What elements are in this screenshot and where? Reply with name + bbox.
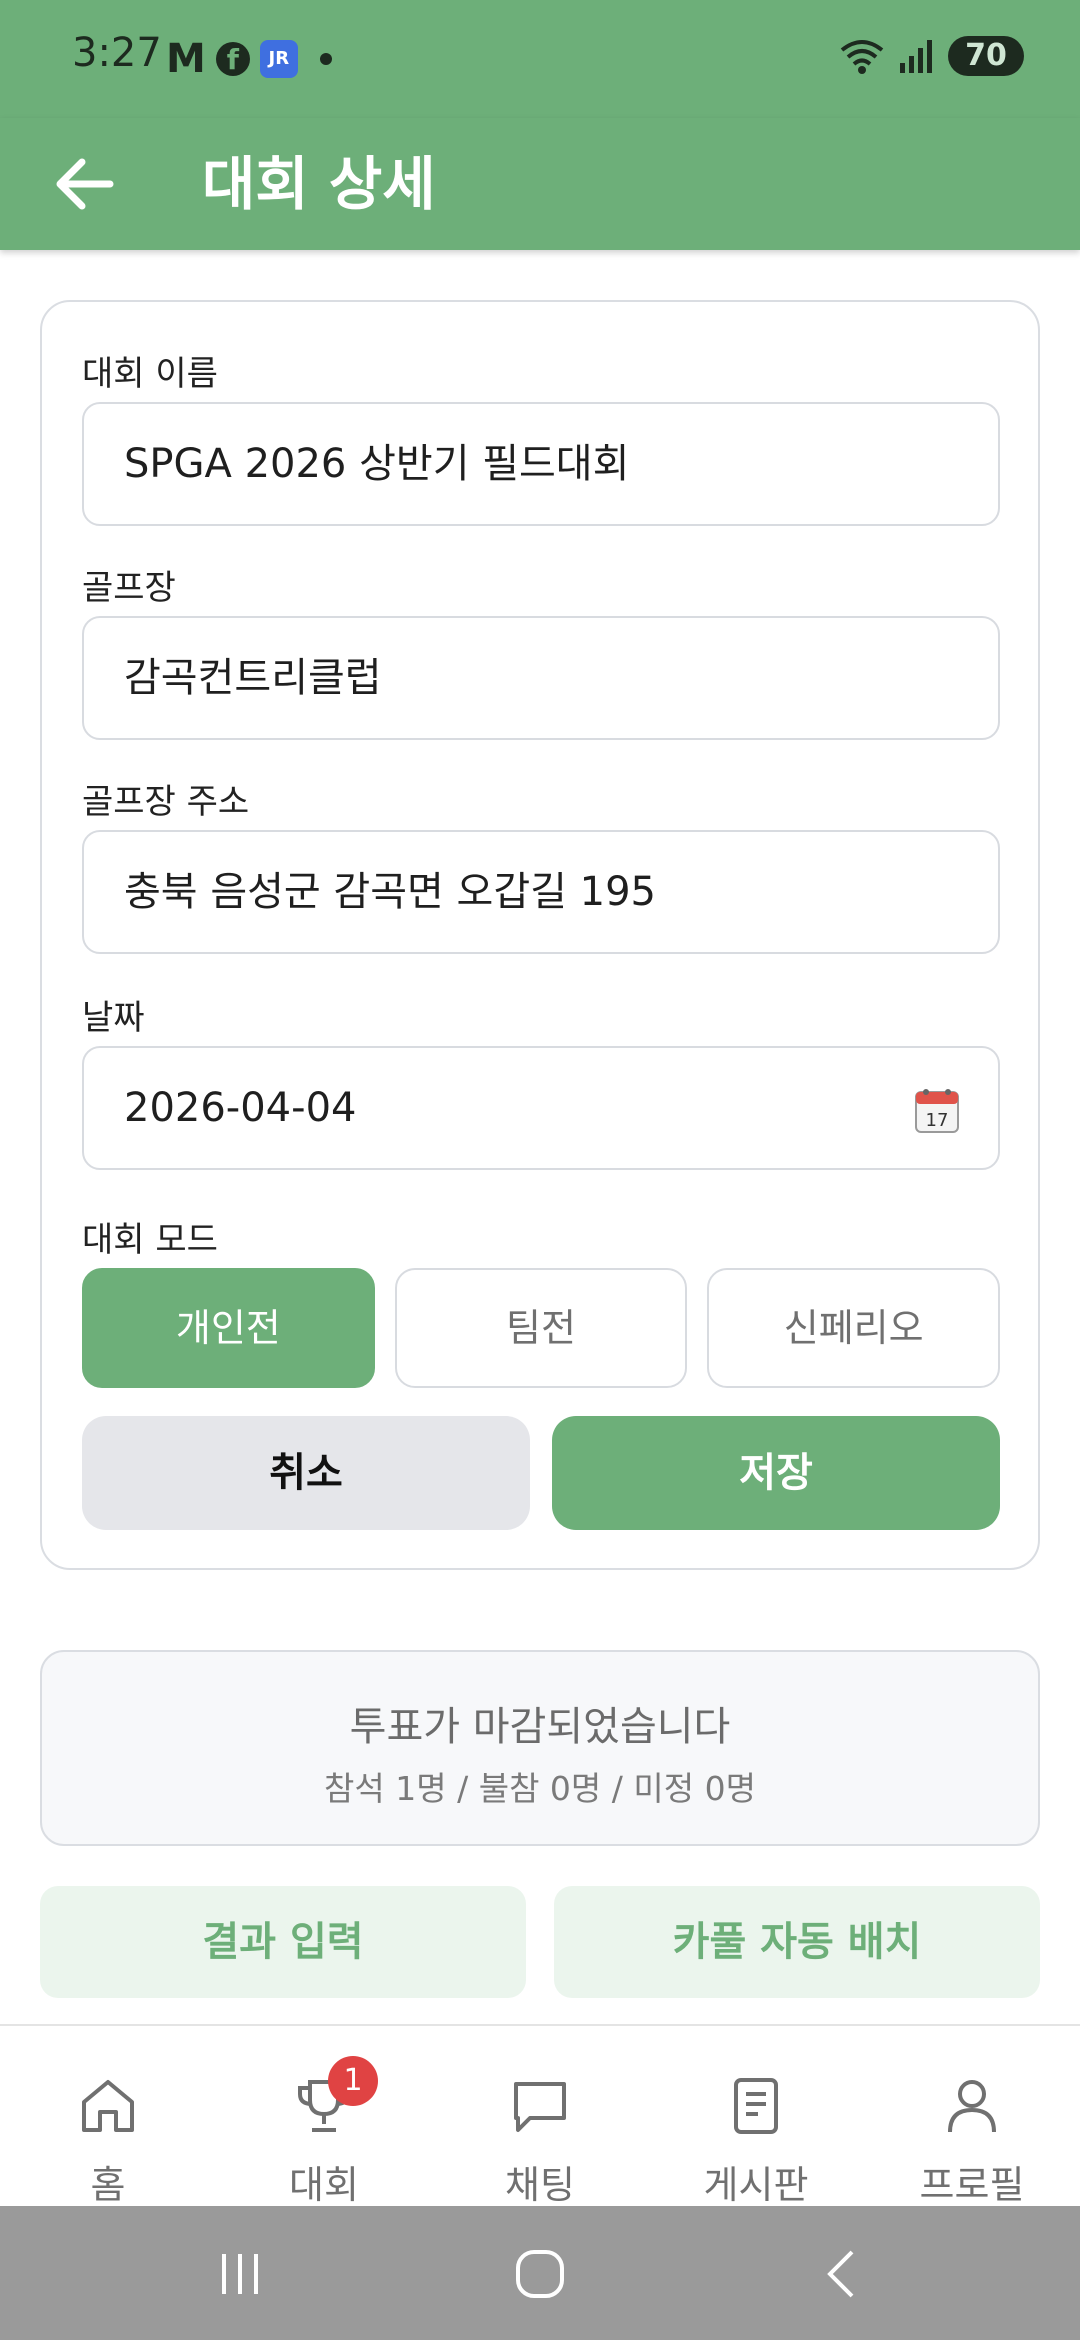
back-nav-icon[interactable] bbox=[812, 2244, 872, 2304]
battery-icon: 70 bbox=[948, 36, 1024, 76]
wifi-icon bbox=[840, 40, 884, 74]
mode-individual-button[interactable]: 개인전 bbox=[82, 1268, 375, 1388]
nav-label-home: 홈 bbox=[90, 2163, 126, 2207]
signal-icon bbox=[900, 40, 932, 73]
arrow-left-icon bbox=[56, 158, 114, 210]
name-label: 대회 이름 bbox=[82, 354, 218, 394]
vote-status-panel: 투표가 마감되었습니다 참석 1명 / 불참 0명 / 미정 0명 bbox=[40, 1650, 1040, 1846]
nav-label-chat: 채팅 bbox=[505, 2163, 575, 2207]
carpool-auto-assign-button[interactable]: 카풀 자동 배치 bbox=[554, 1886, 1040, 1998]
vote-counts: 참석 1명 / 불참 0명 / 미정 0명 bbox=[324, 1769, 756, 1808]
cancel-button[interactable]: 취소 bbox=[82, 1416, 530, 1530]
board-icon bbox=[734, 2078, 778, 2134]
nav-label-board: 게시판 bbox=[703, 2163, 809, 2207]
nav-item-profile[interactable]: 프로필 bbox=[864, 2026, 1080, 2207]
address-label: 골프장 주소 bbox=[82, 782, 250, 822]
status-bar: 3:27 M f JR 70 bbox=[0, 0, 1080, 118]
calendar-icon[interactable]: 17 bbox=[914, 1088, 960, 1134]
secondary-actions: 결과 입력 카풀 자동 배치 bbox=[40, 1886, 1040, 1998]
calendar-day: 17 bbox=[926, 1110, 949, 1131]
more-notifications-dot bbox=[319, 53, 332, 65]
app-bar: 대회 상세 bbox=[0, 118, 1080, 250]
date-value: 2026-04-04 bbox=[124, 1085, 357, 1131]
address-field[interactable]: 충북 음성군 감곡면 오갑길 195 bbox=[82, 830, 1000, 954]
home-nav-icon[interactable] bbox=[510, 2244, 570, 2304]
nav-item-tournament[interactable]: 1 대회 bbox=[216, 2026, 432, 2207]
profile-icon bbox=[948, 2080, 996, 2133]
vote-status-title: 투표가 마감되었습니다 bbox=[349, 1704, 731, 1750]
enter-results-button[interactable]: 결과 입력 bbox=[40, 1886, 526, 1998]
notification-icons: M f JR bbox=[166, 36, 332, 82]
nav-label-profile: 프로필 bbox=[919, 2163, 1025, 2207]
name-field[interactable]: SPGA 2026 상반기 필드대회 bbox=[82, 402, 1000, 526]
date-field[interactable]: 2026-04-04 17 bbox=[82, 1046, 1000, 1170]
nav-label-tournament: 대회 bbox=[289, 2163, 359, 2207]
system-navigation-bar bbox=[0, 2206, 1080, 2340]
tournament-form-card: 대회 이름 SPGA 2026 상반기 필드대회 골프장 감곡컨트리클럽 골프장… bbox=[40, 300, 1040, 1570]
save-button[interactable]: 저장 bbox=[552, 1416, 1000, 1530]
home-icon bbox=[82, 2080, 134, 2132]
mode-new-peoria-button[interactable]: 신페리오 bbox=[707, 1268, 1001, 1388]
recent-apps-icon[interactable] bbox=[210, 2244, 270, 2304]
status-time: 3:27 bbox=[72, 30, 162, 76]
nav-item-home[interactable]: 홈 bbox=[0, 2026, 216, 2207]
mode-label: 대회 모드 bbox=[82, 1220, 218, 1260]
chat-icon bbox=[514, 2082, 566, 2132]
mode-selector: 개인전 팀전 신페리오 bbox=[82, 1268, 1001, 1388]
battery-level: 70 bbox=[965, 38, 1007, 73]
mode-team-button[interactable]: 팀전 bbox=[394, 1268, 688, 1388]
nav-item-board[interactable]: 게시판 bbox=[648, 2026, 864, 2207]
tournament-badge: 1 bbox=[328, 2056, 378, 2106]
form-actions: 취소 저장 bbox=[82, 1416, 1000, 1530]
facebook-icon: f bbox=[215, 42, 250, 76]
gmail-icon: M bbox=[166, 36, 206, 82]
date-label: 날짜 bbox=[82, 998, 145, 1038]
system-status-icons: 70 bbox=[840, 36, 1024, 76]
course-field[interactable]: 감곡컨트리클럽 bbox=[82, 616, 1000, 740]
bottom-navigation: 홈 1 대회 채팅 게시판 프로필 bbox=[0, 2024, 1080, 2207]
course-label: 골프장 bbox=[82, 568, 176, 608]
back-button[interactable] bbox=[44, 142, 128, 226]
nav-item-chat[interactable]: 채팅 bbox=[432, 2026, 648, 2207]
page-title: 대회 상세 bbox=[202, 150, 436, 218]
app-notification-icon: JR bbox=[259, 40, 298, 78]
